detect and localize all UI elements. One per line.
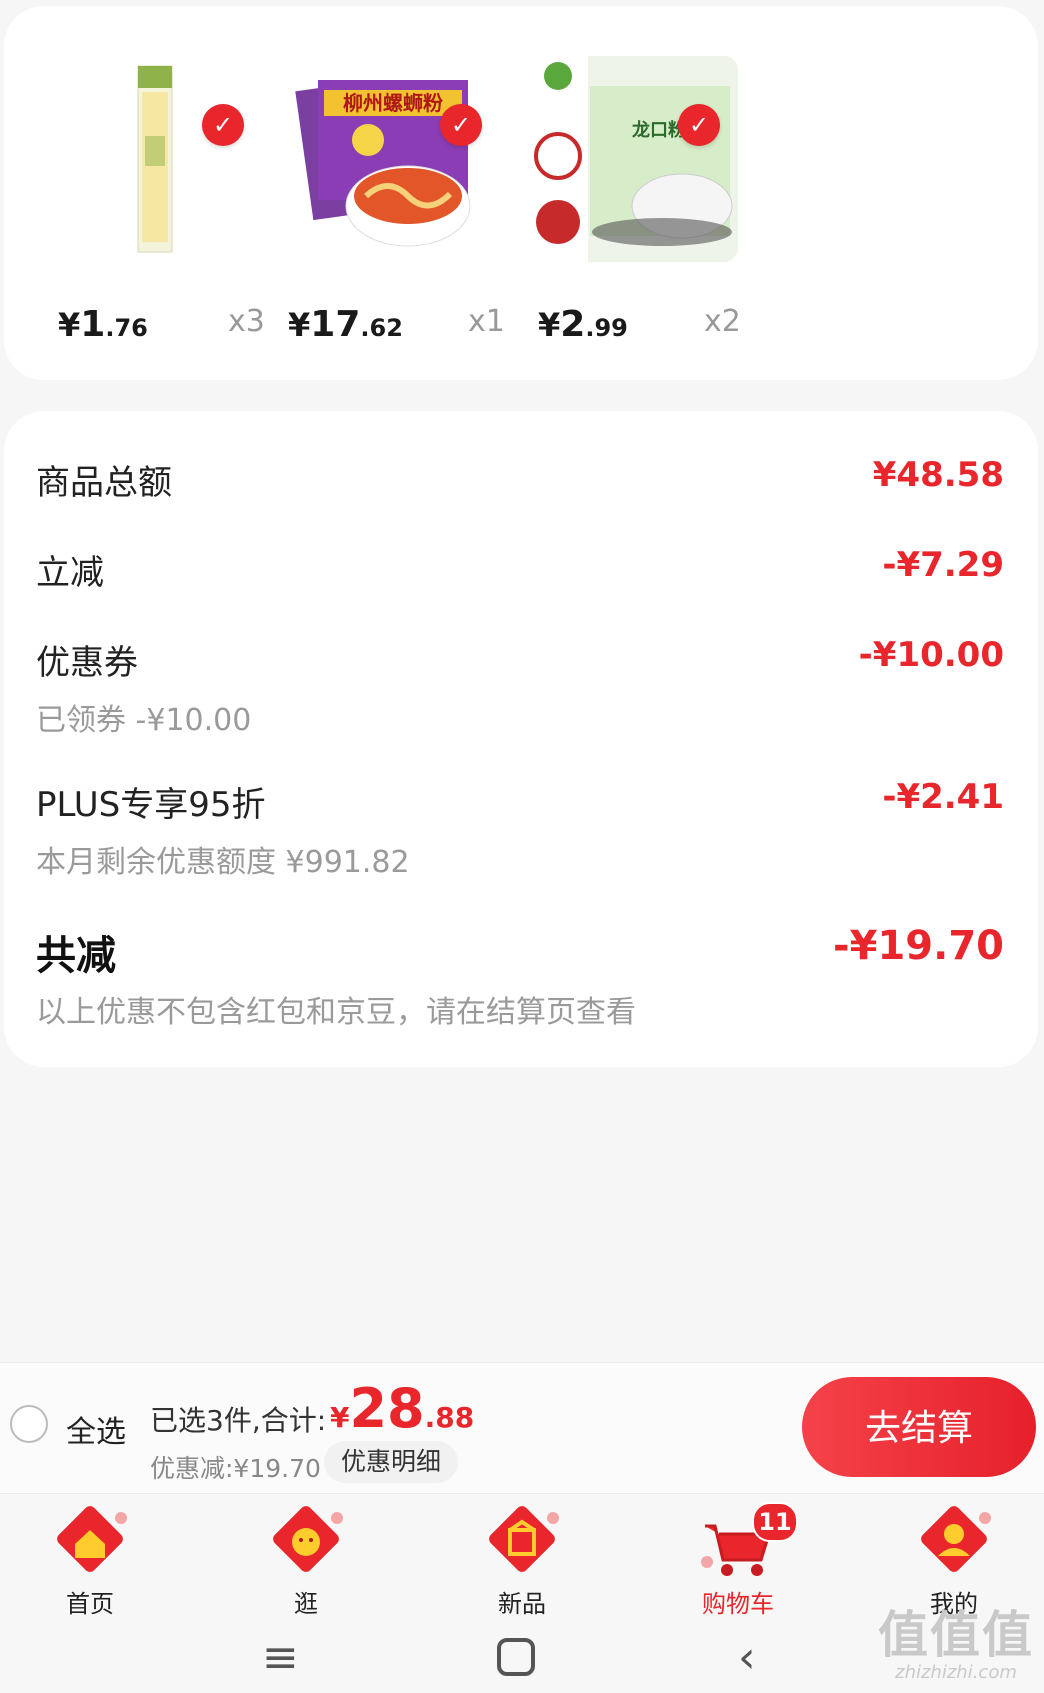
plus-quota-subtext: 本月剩余优惠额度 ¥991.82 [36, 845, 410, 880]
select-all-label[interactable]: 全选 [66, 1407, 126, 1451]
menu-icon[interactable]: ≡ [262, 1632, 299, 1683]
discount-note: 以上优惠不包含红包和京豆，请在结算页查看 [36, 995, 636, 1030]
selected-products-card: ✓ ¥1.76 x3 柳州螺蛳粉 ✓ ¥17.62 x1 龙口粉丝 ✓ ¥2.9… [4, 6, 1038, 380]
price-summary-card: 商品总额 ¥48.58 立减 -¥7.29 优惠券 -¥10.00 已领券 -¥… [4, 411, 1038, 1067]
discount-amount-text: 优惠减:¥19.70 [150, 1454, 321, 1483]
product-item[interactable]: 龙口粉丝 ✓ ¥2.99 x2 [532, 46, 770, 346]
tab-new-items-label: 新品 [498, 1590, 546, 1618]
selected-count-text: 已选3件,合计: [150, 1404, 327, 1437]
tab-cart[interactable]: 11 购物车 [634, 1494, 842, 1624]
goods-total-value: ¥48.58 [872, 455, 1004, 495]
tab-browse-label: 逛 [294, 1590, 318, 1618]
check-icon[interactable]: ✓ [440, 104, 482, 146]
checkout-bar: 全选 已选3件,合计: ¥28.88 优惠减:¥19.70 优惠明细 去结算 [0, 1362, 1044, 1493]
instant-discount-label: 立减 [36, 553, 104, 593]
tab-new-items[interactable]: 新品 [418, 1494, 626, 1624]
select-all-checkbox[interactable] [10, 1405, 48, 1443]
tab-browse[interactable]: 逛 [202, 1494, 410, 1624]
product-image-spaghetti[interactable] [50, 56, 256, 262]
total-discount-value: -¥19.70 [833, 923, 1004, 969]
tab-profile[interactable]: 我的 [850, 1494, 1044, 1624]
coupon-value: -¥10.00 [858, 635, 1004, 675]
discount-detail-button[interactable]: 优惠明细 [324, 1441, 458, 1483]
instant-discount-value: -¥7.29 [882, 545, 1004, 585]
browse-icon [263, 1504, 349, 1584]
profile-icon [911, 1504, 997, 1584]
new-items-icon [479, 1504, 565, 1584]
back-icon[interactable]: ‹ [738, 1632, 756, 1683]
product-quantity: x1 [468, 304, 505, 339]
checkout-button[interactable]: 去结算 [802, 1377, 1036, 1477]
product-item[interactable]: ✓ ¥1.76 x3 [50, 46, 288, 346]
tab-home[interactable]: 首页 [0, 1494, 194, 1624]
total-discount-label: 共减 [36, 933, 116, 979]
cart-count-badge: 11 [752, 1502, 798, 1542]
product-quantity: x2 [704, 304, 741, 339]
product-item[interactable]: 柳州螺蛳粉 ✓ ¥17.62 x1 [288, 46, 526, 346]
plus-discount-value: -¥2.41 [882, 777, 1004, 817]
product-price: ¥17.62 [288, 304, 403, 345]
coupon-subtext: 已领券 -¥10.00 [36, 703, 252, 738]
tab-cart-label: 购物车 [702, 1590, 774, 1618]
bottom-tab-bar: 首页 逛 新品 11 购物车 我的 [0, 1493, 1044, 1624]
product-image-luosifen[interactable]: 柳州螺蛳粉 [288, 56, 494, 262]
home-square-icon[interactable] [496, 1632, 536, 1687]
watermark: 值值值 zhizhizhi.com [878, 1606, 1034, 1683]
goods-total-label: 商品总额 [36, 463, 172, 503]
check-icon[interactable]: ✓ [678, 104, 720, 146]
plus-discount-label: PLUS专享95折 [36, 785, 266, 825]
product-quantity: x3 [228, 304, 265, 339]
home-icon [47, 1504, 133, 1584]
product-image-vermicelli[interactable]: 龙口粉丝 [532, 56, 738, 262]
product-price: ¥1.76 [58, 304, 148, 345]
check-icon[interactable]: ✓ [202, 104, 244, 146]
product-price: ¥2.99 [538, 304, 628, 345]
total-amount: ¥28.88 [330, 1377, 475, 1440]
coupon-label: 优惠券 [36, 643, 138, 683]
svg-text:柳州螺蛳粉: 柳州螺蛳粉 [343, 91, 443, 115]
tab-home-label: 首页 [66, 1590, 114, 1618]
